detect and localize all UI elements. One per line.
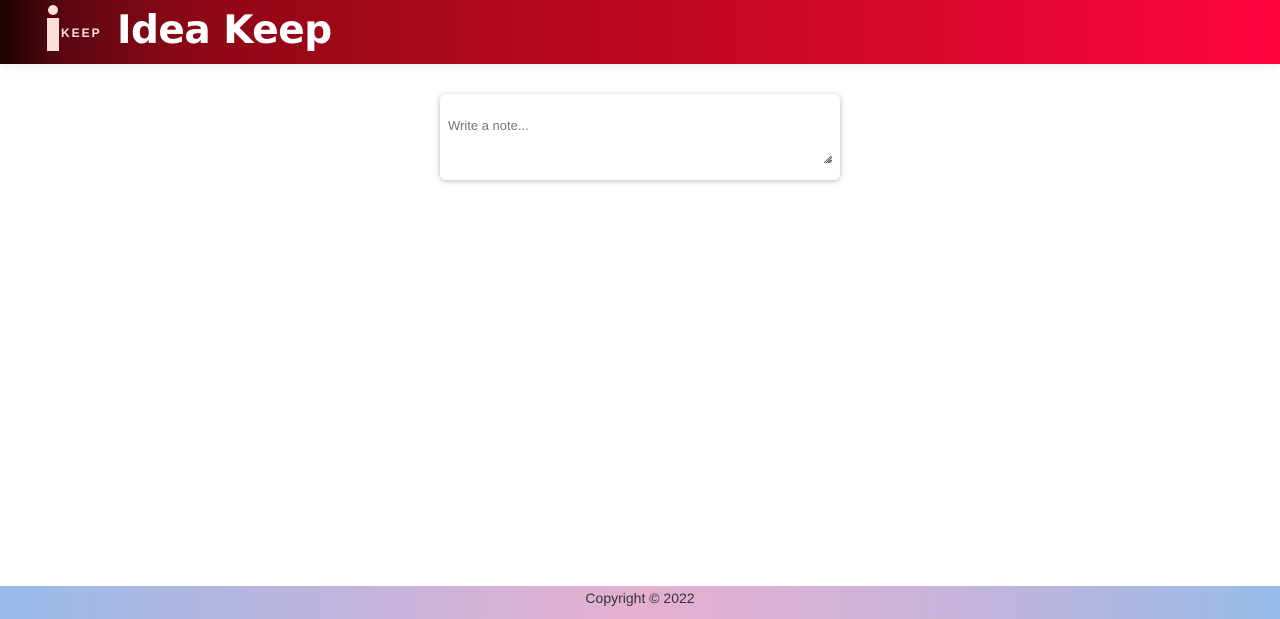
app-title: Idea Keep — [117, 8, 332, 53]
note-editor-card — [440, 94, 840, 180]
logo-text: KEEP — [61, 26, 102, 40]
app-footer: Copyright © 2022 — [0, 586, 1280, 619]
copyright-text: Copyright © 2022 — [585, 590, 695, 606]
logo-i-stem — [47, 18, 59, 51]
app-header: KEEP Idea Keep — [0, 0, 1280, 64]
resize-grip-icon[interactable] — [825, 156, 832, 163]
page: KEEP Idea Keep Copyright © 2022 — [0, 0, 1280, 619]
ikeep-logo-icon: KEEP — [44, 4, 104, 56]
logo-i-dot — [48, 5, 58, 15]
note-input[interactable] — [444, 114, 832, 164]
